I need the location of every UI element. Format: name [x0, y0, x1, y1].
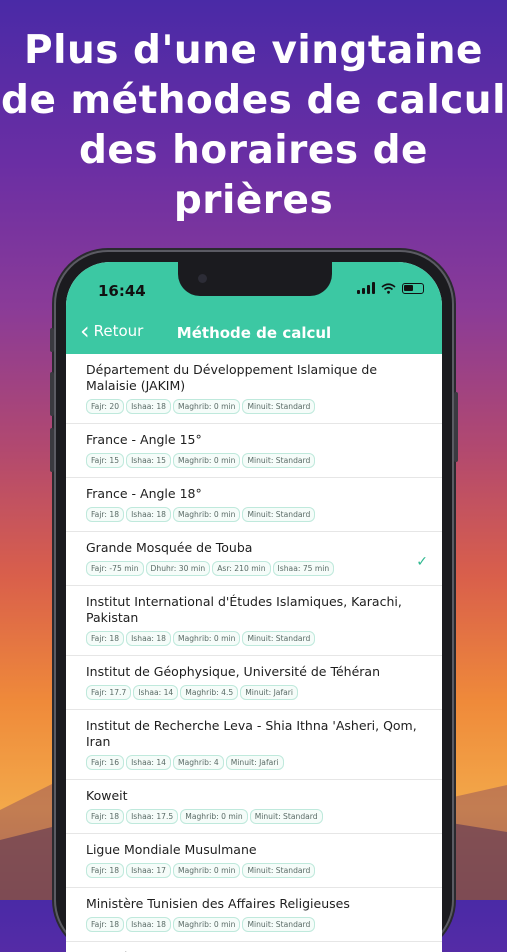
param-chip: Maghrib: 0 min — [173, 631, 241, 646]
camera-notch — [178, 262, 332, 296]
method-params: Fajr: 18 Ishaa: 17 Maghrib: 0 min Minuit: S… — [86, 863, 422, 878]
method-params: Fajr: 18 Ishaa: 17.5 Maghrib: 0 min Minuit:… — [86, 809, 422, 824]
param-chip: Maghrib: 0 min — [173, 863, 241, 878]
status-icons — [357, 282, 424, 294]
param-chip: Fajr: 18 — [86, 863, 125, 878]
param-chip: Ishaa: 18 — [126, 917, 172, 932]
signal-icon — [357, 282, 375, 294]
method-row[interactable]: Institut International d'Études Islamiqu… — [66, 586, 442, 656]
method-row[interactable]: Ministère des Affaires religieuses et de… — [66, 942, 442, 952]
method-row[interactable]: France - Angle 18° Fajr: 18 Ishaa: 18 Maghr… — [66, 478, 442, 532]
method-row[interactable]: Ligue Mondiale Musulmane Fajr: 18 Ishaa: 1… — [66, 834, 442, 888]
method-params: Fajr: 20 Ishaa: 18 Maghrib: 0 min Minuit: S… — [86, 399, 422, 414]
param-chip: Ishaa: 18 — [126, 399, 172, 414]
page-title: Méthode de calcul — [176, 324, 332, 342]
param-chip: Minuit: Standard — [242, 917, 316, 932]
method-list: Département du Développement Islamique d… — [66, 354, 442, 952]
param-chip: Maghrib: 4.5 — [180, 685, 239, 700]
param-chip: Minuit: Standard — [242, 863, 316, 878]
param-chip: Fajr: -75 min — [86, 561, 144, 576]
method-params: Fajr: 18 Ishaa: 18 Maghrib: 0 min Minuit: S… — [86, 631, 422, 646]
method-name: Institut International d'Études Islamiqu… — [86, 594, 402, 625]
status-time: 16:44 — [98, 282, 146, 300]
method-name: Ligue Mondiale Musulmane — [86, 842, 257, 857]
method-name: Koweit — [86, 788, 128, 803]
method-row[interactable]: Ministère Tunisien des Affaires Religieu… — [66, 888, 442, 942]
param-chip: Fajr: 18 — [86, 809, 125, 824]
param-chip: Minuit: Standard — [242, 507, 316, 522]
param-chip: Ishaa: 14 — [126, 755, 172, 770]
method-params: Fajr: 18 Ishaa: 18 Maghrib: 0 min Minuit: S… — [86, 917, 422, 932]
method-row[interactable]: Grande Mosquée de Touba Fajr: -75 min Dhuh… — [66, 532, 442, 586]
param-chip: Fajr: 17.7 — [86, 685, 132, 700]
param-chip: Ishaa: 18 — [126, 507, 172, 522]
navigation-bar: 16:44 ‹ Retour Méthode de calcul — [66, 262, 442, 354]
param-chip: Ishaa: 18 — [126, 631, 172, 646]
param-chip: Fajr: 15 — [86, 453, 125, 468]
param-chip: Maghrib: 4 — [173, 755, 224, 770]
method-name: France - Angle 18° — [86, 486, 202, 501]
method-name: Grande Mosquée de Touba — [86, 540, 253, 555]
method-name: Institut de Géophysique, Université de T… — [86, 664, 381, 679]
method-name: Ministère Tunisien des Affaires Religieu… — [86, 896, 350, 911]
param-chip: Maghrib: 0 min — [173, 453, 241, 468]
param-chip: Ishaa: 75 min — [272, 561, 335, 576]
method-name: France - Angle 15° — [86, 432, 202, 447]
param-chip: Fajr: 20 — [86, 399, 125, 414]
param-chip: Fajr: 18 — [86, 631, 125, 646]
param-chip: Minuit: Standard — [242, 631, 316, 646]
method-row[interactable]: Institut de Recherche Leva - Shia Ithna … — [66, 710, 442, 780]
promo-headline: Plus d'une vingtaine de méthodes de calc… — [1, 28, 506, 223]
method-params: Fajr: -75 min Dhuhr: 30 min Asr: 210 min Is… — [86, 561, 422, 576]
app-screen: 16:44 ‹ Retour Méthode de calcul Départe… — [66, 262, 442, 952]
method-params: Fajr: 15 Ishaa: 15 Maghrib: 0 min Minuit: S… — [86, 453, 422, 468]
param-chip: Maghrib: 0 min — [180, 809, 248, 824]
param-chip: Minuit: Jafari — [240, 685, 299, 700]
param-chip: Maghrib: 0 min — [173, 399, 241, 414]
battery-icon — [402, 282, 424, 294]
param-chip: Minuit: Jafari — [225, 755, 284, 770]
param-chip: Fajr: 18 — [86, 917, 125, 932]
param-chip: Dhuhr: 30 min — [145, 561, 211, 576]
param-chip: Maghrib: 0 min — [173, 507, 241, 522]
method-name: Institut de Recherche Leva - Shia Ithna … — [86, 718, 417, 749]
param-chip: Ishaa: 17.5 — [126, 809, 179, 824]
method-row[interactable]: Institut de Géophysique, Université de T… — [66, 656, 442, 710]
checkmark-icon: ✓ — [416, 554, 428, 570]
method-params: Fajr: 18 Ishaa: 18 Maghrib: 0 min Minuit: S… — [86, 507, 422, 522]
param-chip: Fajr: 16 — [86, 755, 125, 770]
param-chip: Ishaa: 15 — [126, 453, 172, 468]
param-chip: Ishaa: 14 — [133, 685, 179, 700]
method-name: Département du Développement Islamique d… — [86, 362, 378, 393]
method-params: Fajr: 16 Ishaa: 14 Maghrib: 4 Minuit: Jafar… — [86, 755, 422, 770]
method-row[interactable]: Koweit Fajr: 18 Ishaa: 17.5 Maghrib: 0 min M… — [66, 780, 442, 834]
param-chip: Ishaa: 17 — [126, 863, 172, 878]
param-chip: Fajr: 18 — [86, 507, 125, 522]
method-params: Fajr: 17.7 Ishaa: 14 Maghrib: 4.5 Minuit: J… — [86, 685, 422, 700]
param-chip: Maghrib: 0 min — [173, 917, 241, 932]
param-chip: Minuit: Standard — [249, 809, 323, 824]
phone-frame: 16:44 ‹ Retour Méthode de calcul Départe… — [50, 252, 458, 952]
method-row[interactable]: Département du Développement Islamique d… — [66, 354, 442, 424]
method-row[interactable]: France - Angle 15° Fajr: 15 Ishaa: 15 Maghr… — [66, 424, 442, 478]
wifi-icon — [381, 282, 396, 294]
param-chip: Asr: 210 min — [212, 561, 271, 576]
param-chip: Minuit: Standard — [242, 453, 316, 468]
param-chip: Minuit: Standard — [242, 399, 316, 414]
